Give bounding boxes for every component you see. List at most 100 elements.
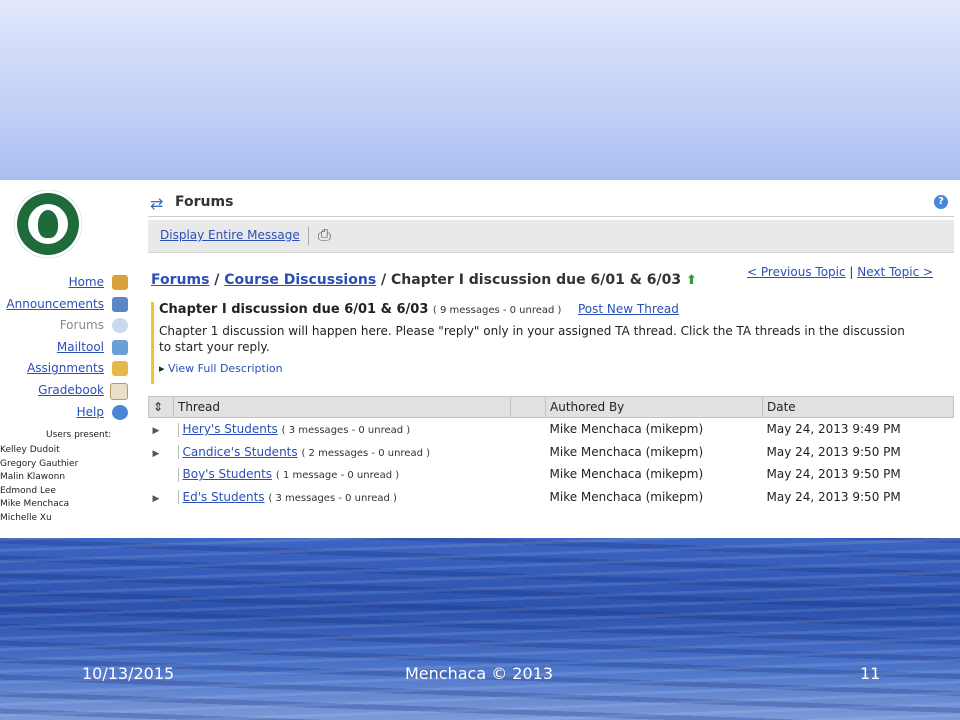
expand-triangle-icon: ▶ (152, 494, 160, 505)
date-cell: May 24, 2013 9:50 PM (766, 490, 901, 505)
date-cell: May 24, 2013 9:50 PM (766, 467, 901, 482)
thread-message-count: ( 3 messages - 0 unread ) (268, 492, 397, 504)
thread-indent-bar (177, 422, 179, 437)
topic-heading-row: Chapter I discussion due 6/01 & 6/03 ( 9… (159, 302, 919, 317)
nav-item-help[interactable]: Help (0, 402, 132, 424)
help-nav-icon (112, 404, 128, 420)
green-up-arrow-icon[interactable]: ⬆ (686, 273, 697, 288)
thread-cell: Ed's Students ( 3 messages - 0 unread ) (174, 486, 511, 509)
screenshot-panel: Home Announcements Forums Mailtool Assig… (0, 180, 960, 538)
thread-message-count: ( 1 message - 0 unread ) (275, 470, 400, 482)
print-icon[interactable]: ⎙ (318, 225, 331, 245)
topic-navigation: < Previous Topic | Next Topic > (747, 265, 933, 279)
blank-cell (511, 463, 546, 486)
post-new-thread-link[interactable]: Post New Thread (578, 302, 679, 316)
footer-page-number: 11 (860, 664, 881, 683)
user-name: Gregory Gauthier (0, 458, 79, 469)
users-present-list: Kelley Dudoit Gregory Gauthier Malin Kla… (0, 444, 78, 525)
background-sky (0, 0, 960, 180)
nav-label: Assignments (27, 361, 104, 376)
nav-label: Forums (59, 318, 104, 333)
thread-indent-bar (177, 467, 179, 482)
breadcrumb-separator: / (209, 272, 225, 288)
author-cell: Mike Menchaca (mikepm) (549, 490, 704, 505)
users-present-label: Users present: (46, 430, 112, 440)
seal-emblem (38, 210, 58, 238)
forums-icon (112, 318, 128, 334)
toolbar: Display Entire Message ⎙ (148, 220, 954, 253)
thread-cell: Candice's Students ( 2 messages - 0 unre… (174, 441, 511, 464)
footer-credit: Menchaca © 2013 (405, 664, 554, 683)
author-cell: Mike Menchaca (mikepm) (549, 444, 704, 459)
user-name: Mike Menchaca (0, 499, 70, 509)
topic-nav-separator: | (845, 265, 858, 279)
nav-item-home[interactable]: Home (0, 272, 132, 294)
thread-link[interactable]: Hery's Students (183, 422, 278, 436)
table-row: ▶ Candice's Students ( 2 messages - 0 un… (149, 441, 954, 464)
nav-item-gradebook[interactable]: Gradebook (0, 380, 132, 402)
user-name: Edmond Lee (0, 485, 56, 496)
topic-message-count: ( 9 messages - 0 unread ) (432, 305, 562, 316)
thread-link[interactable]: Boy's Students (183, 467, 273, 481)
nav-item-mailtool[interactable]: Mailtool (0, 337, 132, 359)
topic-title: Chapter I discussion due 6/01 & 6/03 (159, 302, 429, 317)
swap-arrows-icon[interactable]: ⇄ (150, 194, 163, 213)
thread-indent-bar (177, 490, 179, 505)
section-title: Forums (175, 194, 234, 210)
threads-table: ⇕ Thread Authored By Date ▶ Hery's Stude… (148, 396, 954, 508)
table-row: ▶ Ed's Students ( 3 messages - 0 unread … (149, 486, 954, 509)
description-line: to start your reply. (159, 340, 270, 354)
forums-header: ⇄ Forums ? (148, 192, 954, 217)
topic-description-block: Chapter I discussion due 6/01 & 6/03 ( 9… (151, 302, 919, 384)
blank-cell (511, 441, 546, 464)
expand-cell[interactable]: ▶ (149, 486, 174, 509)
thread-indent-bar (177, 445, 179, 460)
expand-triangle-icon: ▸ (159, 362, 165, 375)
nav-item-assignments[interactable]: Assignments (0, 358, 132, 380)
thread-link[interactable]: Candice's Students (183, 445, 298, 459)
column-header-thread[interactable]: Thread (173, 396, 511, 418)
mailtool-icon (112, 339, 128, 355)
thread-link[interactable]: Ed's Students (183, 490, 265, 504)
thread-message-count: ( 2 messages - 0 unread ) (301, 447, 431, 459)
description-line: Chapter 1 discussion will happen here. P… (159, 324, 905, 338)
previous-topic-link[interactable]: < Previous Topic (747, 265, 846, 279)
table-row: Boy's Students ( 1 message - 0 unread ) … (149, 463, 954, 486)
date-cell: May 24, 2013 9:49 PM (766, 422, 901, 437)
breadcrumb-forums[interactable]: Forums (151, 272, 209, 288)
nav-item-forums[interactable]: Forums (0, 315, 132, 337)
nav-label: Gradebook (38, 382, 104, 397)
date-cell: May 24, 2013 9:50 PM (766, 444, 901, 459)
user-name: Kelley Dudoit (0, 445, 60, 455)
expand-cell (149, 463, 174, 486)
sort-column-header[interactable]: ⇕ (148, 396, 174, 418)
next-topic-link[interactable]: Next Topic > (857, 265, 933, 279)
breadcrumb-course-discussions[interactable]: Course Discussions (224, 272, 376, 288)
view-full-description-label: View Full Description (168, 362, 283, 375)
nav-label: Announcements (6, 296, 104, 311)
view-full-description-toggle[interactable]: ▸ View Full Description (159, 362, 919, 375)
display-entire-message-link[interactable]: Display Entire Message (160, 228, 300, 242)
expand-cell[interactable]: ▶ (149, 418, 174, 441)
help-icon[interactable]: ? (934, 195, 948, 209)
table-row: ▶ Hery's Students ( 3 messages - 0 unrea… (149, 418, 954, 441)
toolbar-divider (308, 227, 309, 245)
blank-cell (511, 486, 546, 509)
user-name: Malin Klawonn (0, 472, 66, 482)
nav-label: Home (68, 275, 104, 289)
footer-date: 10/13/2015 (82, 664, 175, 683)
expand-triangle-icon: ▶ (152, 448, 160, 459)
column-header-date[interactable]: Date (762, 396, 954, 418)
blank-cell (511, 418, 546, 441)
announcements-icon (112, 296, 128, 312)
nav-label: Mailtool (56, 339, 104, 354)
university-seal-logo (14, 190, 82, 258)
user-name: Michelle Xu (0, 512, 52, 523)
nav-item-announcements[interactable]: Announcements (0, 294, 132, 316)
home-icon (112, 275, 128, 290)
left-nav: Home Announcements Forums Mailtool Assig… (0, 272, 132, 423)
breadcrumb-separator: / (376, 272, 392, 288)
author-cell: Mike Menchaca (mikepm) (549, 467, 704, 482)
column-header-authored-by[interactable]: Authored By (545, 396, 763, 418)
expand-cell[interactable]: ▶ (149, 441, 174, 464)
